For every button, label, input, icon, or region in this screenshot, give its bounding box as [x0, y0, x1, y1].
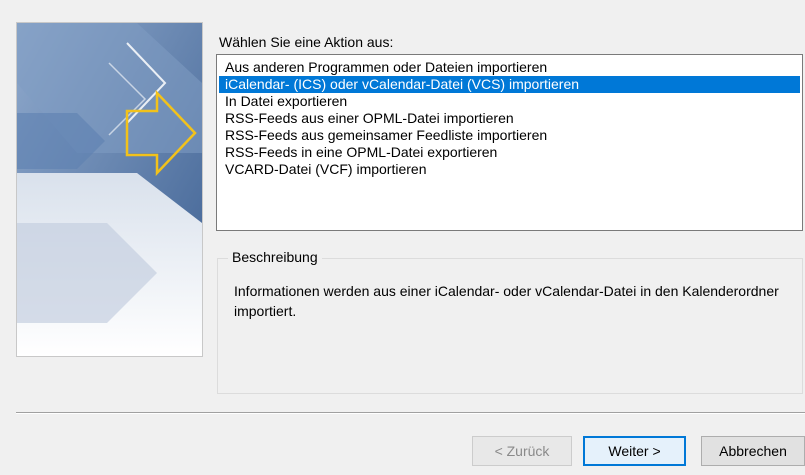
description-legend: Beschreibung — [228, 249, 322, 265]
action-list-item[interactable]: RSS-Feeds aus einer OPML-Datei importier… — [219, 110, 800, 127]
action-listbox[interactable]: Aus anderen Programmen oder Dateien impo… — [216, 54, 803, 231]
action-list-item[interactable]: RSS-Feeds in eine OPML-Datei exportieren — [219, 144, 800, 161]
action-list-item[interactable]: Aus anderen Programmen oder Dateien impo… — [219, 59, 800, 76]
next-button[interactable]: Weiter > — [583, 436, 686, 466]
action-prompt-label: Wählen Sie eine Aktion aus: — [219, 34, 394, 50]
description-groupbox: Beschreibung Informationen werden aus ei… — [217, 249, 803, 394]
action-list-item[interactable]: VCARD-Datei (VCF) importieren — [219, 161, 800, 178]
description-text: Informationen werden aus einer iCalendar… — [234, 283, 779, 319]
footer-separator — [16, 412, 805, 414]
wizard-banner-graphic — [16, 22, 203, 357]
wizard-arrows-icon — [17, 23, 202, 356]
action-list-item-selected[interactable]: iCalendar- (ICS) oder vCalendar-Datei (V… — [219, 76, 800, 93]
action-list-item[interactable]: RSS-Feeds aus gemeinsamer Feedliste impo… — [219, 127, 800, 144]
cancel-button[interactable]: Abbrechen — [701, 436, 805, 466]
action-list-item[interactable]: In Datei exportieren — [219, 93, 800, 110]
import-export-wizard: Wählen Sie eine Aktion aus: Aus anderen … — [0, 0, 805, 475]
back-button[interactable]: < Zurück — [472, 436, 572, 466]
